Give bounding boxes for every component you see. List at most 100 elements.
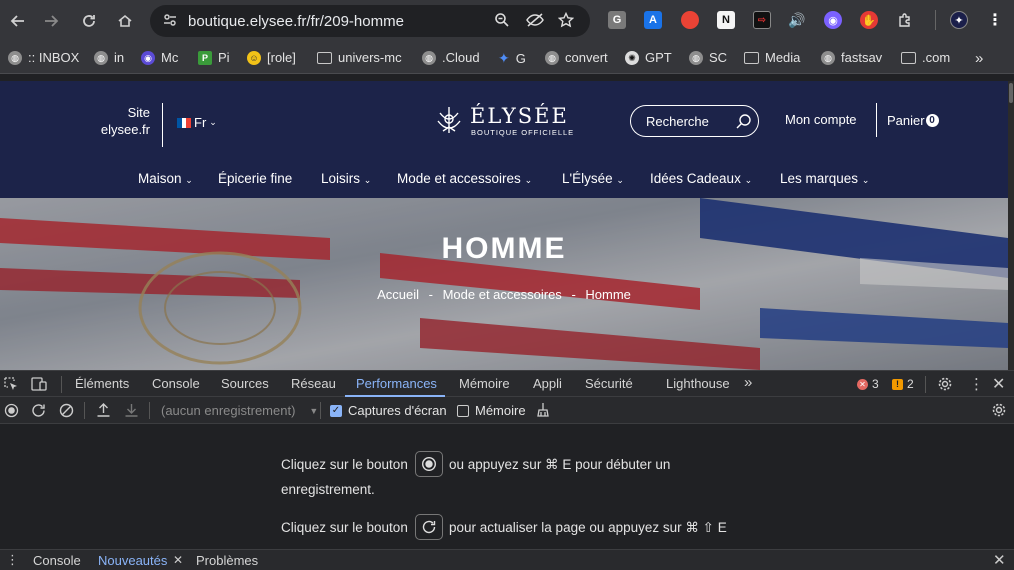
- tab-elements[interactable]: Éléments: [75, 376, 129, 391]
- devtools-settings-icon[interactable]: [937, 376, 953, 392]
- drawer-tab-whats-new[interactable]: Nouveautés: [98, 553, 167, 568]
- capture-settings-icon[interactable]: [991, 402, 1007, 418]
- tab-network[interactable]: Réseau: [291, 376, 336, 391]
- bookmark-star-icon[interactable]: [558, 12, 574, 28]
- tab-sources[interactable]: Sources: [221, 376, 269, 391]
- reload-icon[interactable]: [76, 8, 102, 34]
- bookmark-in[interactable]: ◍ in: [94, 50, 124, 65]
- bookmarks-overflow-button[interactable]: »: [975, 50, 983, 67]
- error-icon: ✕: [857, 378, 868, 390]
- extension-color-icon[interactable]: [681, 11, 699, 29]
- menu-label: Idées Cadeaux: [650, 171, 741, 186]
- drawer-menu-icon[interactable]: ⋮: [6, 552, 19, 568]
- checkbox-checked-icon[interactable]: ✓: [330, 404, 342, 417]
- bookmark-gpt[interactable]: ✺ GPT: [625, 50, 672, 65]
- page-scrollbar-thumb[interactable]: [1009, 83, 1013, 103]
- record-icon[interactable]: [4, 403, 19, 418]
- speaker-icon[interactable]: 🔊: [788, 11, 806, 29]
- recording-select[interactable]: (aucun enregistrement) ▼: [161, 403, 318, 418]
- tab-console[interactable]: Console: [152, 376, 200, 391]
- extension-g-icon[interactable]: G: [608, 11, 626, 29]
- reload-record-icon[interactable]: [31, 403, 46, 418]
- extension-arrow-icon[interactable]: ⇨: [753, 11, 771, 29]
- menu-item-elysee[interactable]: L'Élysée ⌄: [562, 171, 624, 186]
- tab-security[interactable]: Sécurité: [585, 376, 633, 391]
- account-link[interactable]: Mon compte: [785, 112, 857, 127]
- bookmark-fastsav[interactable]: ◍ fastsav: [821, 50, 882, 65]
- reload-record-button[interactable]: [415, 514, 443, 540]
- extension-face-icon[interactable]: ◉: [824, 11, 842, 29]
- browser-menu-icon[interactable]: ⋮: [986, 11, 1004, 29]
- extensions-puzzle-icon[interactable]: [896, 11, 914, 29]
- eye-off-icon[interactable]: [526, 12, 544, 28]
- tab-application[interactable]: Appli: [533, 376, 562, 391]
- checkbox-unchecked-icon[interactable]: [457, 404, 469, 417]
- bookmark-label: G: [515, 51, 526, 66]
- bookmark-role[interactable]: ☺ [role]: [247, 50, 296, 65]
- search-icon[interactable]: [735, 113, 752, 130]
- cart-link[interactable]: Panier 0: [887, 113, 939, 128]
- tab-performance[interactable]: Performances: [356, 376, 437, 391]
- more-tabs-icon[interactable]: »: [744, 374, 752, 391]
- menu-item-epicerie-fine[interactable]: Épicerie fine: [218, 171, 292, 186]
- screenshots-checkbox[interactable]: ✓ Captures d'écran: [330, 403, 447, 418]
- breadcrumb-mode-link[interactable]: Mode et accessoires: [443, 287, 562, 302]
- breadcrumb-home-link[interactable]: Accueil: [377, 287, 419, 302]
- hero-banner: HOMME Accueil - Mode et accessoires - Ho…: [0, 198, 1008, 370]
- error-count-badge[interactable]: ✕ 3: [857, 377, 879, 391]
- profile-avatar[interactable]: ✦: [950, 11, 968, 29]
- extension-a-icon[interactable]: A: [644, 11, 662, 29]
- close-drawer-icon[interactable]: ✕: [993, 551, 1006, 569]
- home-icon[interactable]: [112, 8, 138, 34]
- warning-count-badge[interactable]: ! 2: [892, 377, 914, 391]
- emblem-icon: [437, 107, 461, 133]
- notion-icon[interactable]: N: [717, 11, 735, 29]
- menu-item-idees-cadeaux[interactable]: Idées Cadeaux ⌄: [650, 171, 752, 186]
- devtools-more-icon[interactable]: ⋮: [969, 375, 984, 393]
- address-bar[interactable]: boutique.elysee.fr/fr/209-homme: [150, 5, 590, 37]
- upload-icon[interactable]: [96, 402, 111, 418]
- drawer-tab-issues[interactable]: Problèmes: [196, 553, 258, 568]
- inspect-element-icon[interactable]: [4, 377, 19, 392]
- tab-lighthouse[interactable]: Lighthouse: [666, 376, 730, 391]
- device-toolbar-icon[interactable]: [31, 377, 48, 392]
- memory-checkbox[interactable]: Mémoire: [457, 403, 526, 418]
- broom-icon[interactable]: [536, 402, 550, 418]
- bookmarks-bar: ◍:: INBOX ◍ in ◉ Mc P Pi ☺ [role] univers-mc…: [0, 42, 1014, 74]
- search-field[interactable]: Recherche: [630, 105, 759, 137]
- bookmark-com[interactable]: .com: [901, 50, 950, 65]
- url-text[interactable]: boutique.elysee.fr/fr/209-homme: [188, 13, 404, 30]
- back-icon[interactable]: [5, 8, 31, 34]
- bookmark-label: univers-mc: [338, 50, 402, 65]
- drawer-tab-console[interactable]: Console: [33, 553, 81, 568]
- menu-item-mode[interactable]: Mode et accessoires ⌄: [397, 171, 532, 186]
- toolbar-divider: [84, 402, 85, 419]
- elysee-logo[interactable]: ÉLYSÉE BOUTIQUE OFFICIELLE: [432, 103, 582, 139]
- page-scrollbar[interactable]: [1008, 81, 1014, 370]
- bookmark-univers-mc[interactable]: univers-mc: [317, 50, 402, 65]
- clear-icon[interactable]: [59, 403, 74, 418]
- performance-toolbar: (aucun enregistrement) ▼ ✓ Captures d'éc…: [0, 397, 1014, 424]
- record-button[interactable]: [415, 451, 443, 477]
- bookmark-media[interactable]: Media: [744, 50, 800, 65]
- close-devtools-icon[interactable]: ✕: [992, 374, 1005, 394]
- bookmark-inbox[interactable]: ◍:: INBOX: [8, 50, 79, 65]
- language-selector[interactable]: Fr ⌄: [177, 115, 217, 130]
- menu-item-loisirs[interactable]: Loisirs ⌄: [321, 171, 371, 186]
- globe-icon: ◍: [422, 50, 436, 65]
- site-settings-icon[interactable]: [162, 12, 178, 28]
- bookmark-mc[interactable]: ◉ Mc: [141, 50, 178, 65]
- extension-hand-icon[interactable]: ✋: [860, 11, 878, 29]
- bookmark-g[interactable]: ✦ G: [498, 50, 526, 67]
- tab-memory[interactable]: Mémoire: [459, 376, 510, 391]
- close-tab-icon[interactable]: ✕: [173, 553, 183, 567]
- menu-item-les-marques[interactable]: Les marques ⌄: [780, 171, 869, 186]
- bookmark-sc[interactable]: ◍ SC: [689, 50, 727, 65]
- site-elysee-link[interactable]: Site elysee.fr: [92, 104, 150, 138]
- menu-item-maison[interactable]: Maison ⌄: [138, 171, 193, 186]
- bookmark-convert[interactable]: ◍ convert: [545, 50, 608, 65]
- forward-icon[interactable]: [38, 8, 64, 34]
- bookmark-pi[interactable]: P Pi: [198, 50, 230, 65]
- zoom-icon[interactable]: [494, 12, 510, 28]
- bookmark-cloud[interactable]: ◍ .Cloud: [422, 50, 480, 65]
